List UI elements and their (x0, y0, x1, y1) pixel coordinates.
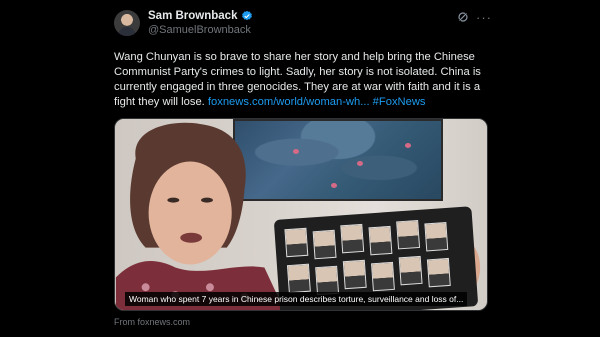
verified-badge-icon (242, 10, 253, 21)
post-text: Wang Chunyan is so brave to share her st… (114, 50, 490, 110)
article-link[interactable]: foxnews.com/world/woman-wh... (208, 96, 370, 108)
avatar[interactable] (114, 10, 140, 36)
video-caption: Woman who spent 7 years in Chinese priso… (125, 292, 468, 306)
link-source[interactable]: From foxnews.com (114, 317, 190, 327)
author-handle[interactable]: @SamuelBrownback (148, 24, 251, 36)
video-player[interactable]: Woman who spent 7 years in Chinese priso… (114, 118, 488, 311)
author-row: Sam Brownback (148, 10, 253, 22)
author-name[interactable]: Sam Brownback (148, 10, 237, 22)
more-icon[interactable]: ··· (476, 10, 492, 25)
tweet-card[interactable]: Sam Brownback @SamuelBrownback ··· Wang … (98, 0, 500, 337)
hashtag-link[interactable]: #FoxNews (373, 96, 426, 108)
grok-icon[interactable] (457, 11, 469, 23)
